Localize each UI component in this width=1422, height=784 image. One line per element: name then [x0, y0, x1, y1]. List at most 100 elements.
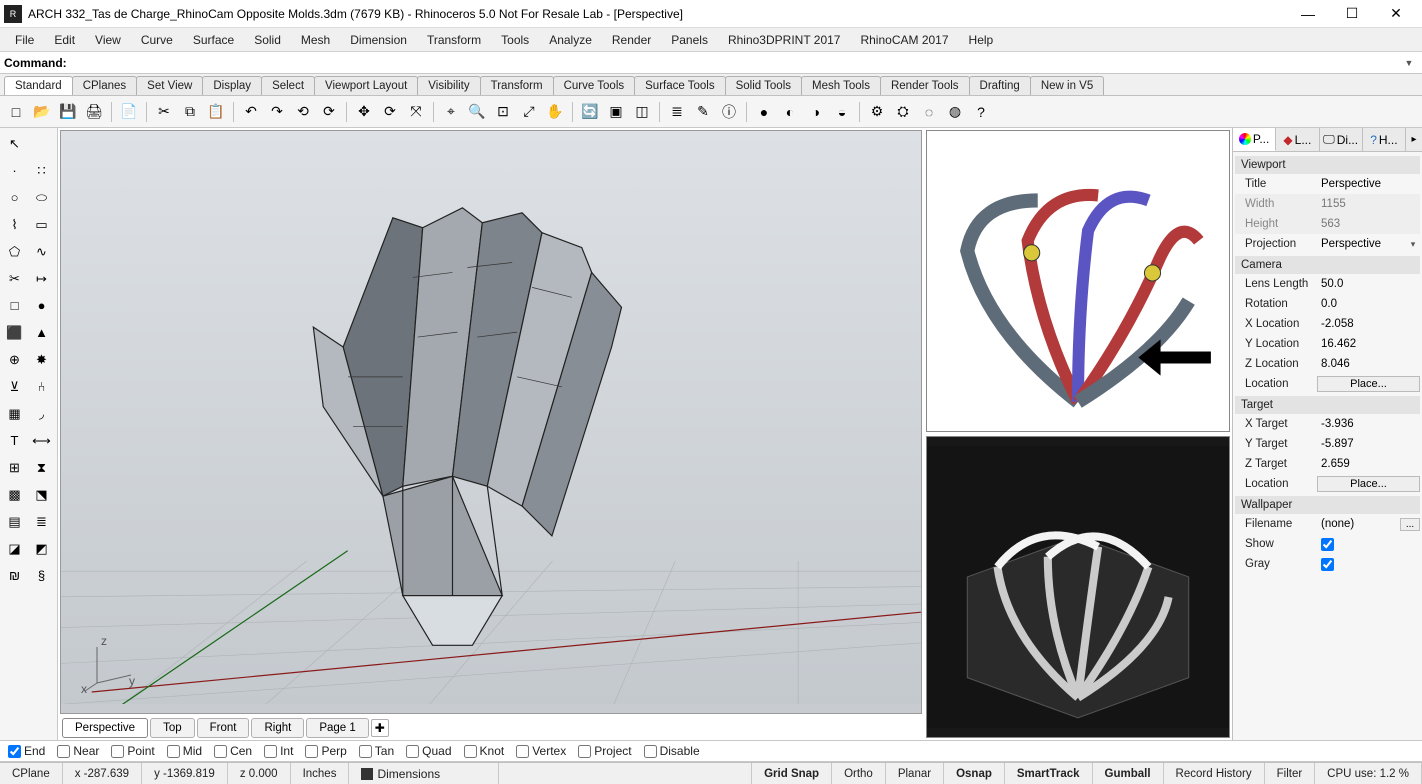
osnap-tan-checkbox[interactable] [359, 745, 372, 758]
redo-icon[interactable]: ↷ [265, 100, 289, 124]
text-icon[interactable]: T [2, 428, 27, 453]
osnap-int[interactable]: Int [264, 744, 293, 758]
osnap-cen[interactable]: Cen [214, 744, 252, 758]
ghosted-icon[interactable]: ◒ [830, 100, 854, 124]
new-icon[interactable]: □ [4, 100, 28, 124]
layers-icon[interactable]: ≣ [665, 100, 689, 124]
box-icon[interactable]: □ [2, 293, 27, 318]
osnap-end[interactable]: End [8, 744, 45, 758]
redo-multi-icon[interactable]: ⟳ [317, 100, 341, 124]
pan-icon[interactable]: ✋ [543, 100, 567, 124]
render-icon[interactable]: ● [752, 100, 776, 124]
polygon-icon[interactable]: ⬠ [2, 239, 27, 264]
osnap-near-checkbox[interactable] [57, 745, 70, 758]
status-toggle-smarttrack[interactable]: SmartTrack [1005, 763, 1093, 784]
zoom-selected-icon[interactable]: ⊡ [491, 100, 515, 124]
options-icon[interactable]: ⚙ [865, 100, 889, 124]
toolbar-tab-cplanes[interactable]: CPlanes [72, 76, 137, 95]
close-button[interactable]: ✕ [1374, 1, 1418, 27]
cylinder-icon[interactable]: ⬛ [2, 320, 27, 345]
osnap-tan[interactable]: Tan [359, 744, 394, 758]
toolbar-tab-render-tools[interactable]: Render Tools [880, 76, 970, 95]
ellipse-icon[interactable]: ⬭ [29, 185, 54, 210]
osnap-perp-checkbox[interactable] [305, 745, 318, 758]
toolbar-tab-surface-tools[interactable]: Surface Tools [634, 76, 725, 95]
move-icon[interactable]: ✥ [352, 100, 376, 124]
menu-dimension[interactable]: Dimension [341, 30, 416, 50]
point-icon[interactable]: · [2, 158, 27, 183]
prop-x-target[interactable]: -3.936 [1317, 418, 1420, 430]
prop-z-location[interactable]: 8.046 [1317, 358, 1420, 370]
fillet-icon[interactable]: ◞ [29, 401, 54, 426]
add-viewport-tab-button[interactable]: ✚ [371, 719, 389, 737]
prop-title[interactable]: Perspective [1317, 178, 1420, 190]
menu-help[interactable]: Help [960, 30, 1003, 50]
help-icon[interactable]: ? [969, 100, 993, 124]
scale-icon[interactable]: ⤧ [404, 100, 428, 124]
group-icon[interactable]: ▦ [2, 401, 27, 426]
osnap-knot[interactable]: Knot [464, 744, 505, 758]
shade-icon[interactable]: ◑ [804, 100, 828, 124]
menu-solid[interactable]: Solid [245, 30, 290, 50]
pointer-icon[interactable]: ↖ [2, 131, 27, 156]
polyline-icon[interactable]: ⌇ [2, 212, 27, 237]
rotate-icon[interactable]: ⟳ [378, 100, 402, 124]
viewport-tab-top[interactable]: Top [150, 718, 195, 738]
copy-icon[interactable]: ⧉ [178, 100, 202, 124]
osnap-knot-checkbox[interactable] [464, 745, 477, 758]
menu-edit[interactable]: Edit [45, 30, 84, 50]
menu-view[interactable]: View [86, 30, 130, 50]
array-icon[interactable]: ⊞ [2, 455, 27, 480]
layer-edit-icon[interactable]: ✎ [691, 100, 715, 124]
zoom-extents-icon[interactable]: ⌖ [439, 100, 463, 124]
settings-icon[interactable]: ⛭ [891, 100, 915, 124]
hide-icon[interactable]: ◌ [917, 100, 941, 124]
prop-y-location[interactable]: 16.462 [1317, 338, 1420, 350]
status-toggle-osnap[interactable]: Osnap [944, 763, 1005, 784]
extend-icon[interactable]: ↦ [29, 266, 54, 291]
grid-icon[interactable]: ▤ [2, 509, 27, 534]
right-view-icon[interactable]: ▣ [604, 100, 628, 124]
toolbar-tab-visibility[interactable]: Visibility [417, 76, 480, 95]
cone-icon[interactable]: ▲ [29, 320, 54, 345]
mirror-icon[interactable]: ⧗ [29, 455, 54, 480]
status-layer[interactable]: Dimensions [349, 763, 499, 784]
zoom-dynamic-icon[interactable]: ⤢ [517, 100, 541, 124]
maximize-button[interactable]: ☐ [1330, 1, 1374, 27]
viewport-tab-perspective[interactable]: Perspective [62, 718, 148, 738]
helix-icon[interactable]: § [29, 563, 54, 588]
toolbar-tab-viewport-layout[interactable]: Viewport Layout [314, 76, 418, 95]
place-camera-button[interactable]: Place... [1317, 376, 1420, 392]
layer-icon[interactable]: ≣ [29, 509, 54, 534]
menu-tools[interactable]: Tools [492, 30, 538, 50]
circle-icon[interactable]: ○ [2, 185, 27, 210]
solid-icon[interactable]: ◪ [2, 536, 27, 561]
spiral-icon[interactable]: ₪ [2, 563, 27, 588]
prop-lens[interactable]: 50.0 [1317, 278, 1420, 290]
command-history-dropdown[interactable]: ▼ [1400, 54, 1418, 72]
osnap-perp[interactable]: Perp [305, 744, 346, 758]
status-toggle-grid-snap[interactable]: Grid Snap [752, 763, 832, 784]
gray-wallpaper-checkbox[interactable] [1321, 558, 1334, 571]
join-icon[interactable]: ⊻ [2, 374, 27, 399]
menu-mesh[interactable]: Mesh [292, 30, 339, 50]
cut-icon[interactable]: ✂ [152, 100, 176, 124]
osnap-disable-checkbox[interactable] [644, 745, 657, 758]
undo-multi-icon[interactable]: ⟲ [291, 100, 315, 124]
prop-y-target[interactable]: -5.897 [1317, 438, 1420, 450]
paste-icon[interactable]: 📋 [204, 100, 228, 124]
render-preview-icon[interactable]: ◐ [778, 100, 802, 124]
prop-rotation[interactable]: 0.0 [1317, 298, 1420, 310]
toolbar-tab-transform[interactable]: Transform [480, 76, 554, 95]
menu-render[interactable]: Render [603, 30, 660, 50]
tab-properties[interactable]: P... [1233, 128, 1276, 151]
undo-icon[interactable]: ↶ [239, 100, 263, 124]
dim-icon[interactable]: ⟷ [29, 428, 54, 453]
viewport-perspective[interactable]: Perspective ▾ [60, 130, 922, 714]
viewport-tab-page-1[interactable]: Page 1 [306, 718, 368, 738]
tab-help[interactable]: ?H... [1363, 128, 1406, 151]
points-icon[interactable]: ∷ [29, 158, 54, 183]
menu-panels[interactable]: Panels [662, 30, 717, 50]
show-wallpaper-checkbox[interactable] [1321, 538, 1334, 551]
osnap-int-checkbox[interactable] [264, 745, 277, 758]
